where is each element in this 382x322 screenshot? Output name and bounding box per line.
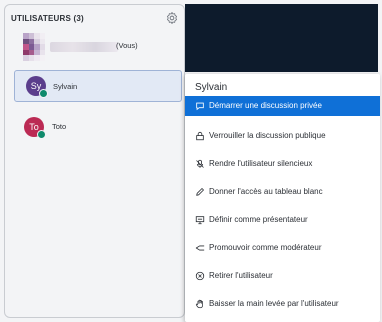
mic-status-icon xyxy=(37,130,46,139)
user-row-sylvain[interactable]: Sy Sylvain xyxy=(14,70,182,102)
avatar xyxy=(23,33,45,61)
presentation-area xyxy=(185,4,378,72)
current-user-suffix: (Vous) xyxy=(116,41,138,50)
redacted-username xyxy=(50,42,118,52)
menu-item-make-presenter[interactable]: Définir comme présentateur xyxy=(185,210,380,230)
menu-item-start-private-chat[interactable]: Démarrer une discussion privée xyxy=(185,96,380,116)
mic-mute-icon xyxy=(196,159,204,168)
presentation-icon xyxy=(195,216,205,225)
pencil-icon xyxy=(196,188,204,196)
menu-item-promote-moderator[interactable]: Promouvoir comme modérateur xyxy=(185,238,380,258)
user-name: Sylvain xyxy=(53,82,78,91)
menu-item-lower-hand[interactable]: Baisser la main levée par l'utilisateur xyxy=(185,294,380,314)
user-name: Toto xyxy=(52,122,67,131)
menu-item-lock-public-chat[interactable]: Verrouiller la discussion publique xyxy=(185,126,380,146)
menu-item-whiteboard-access[interactable]: Donner l'accès au tableau blanc xyxy=(185,182,380,202)
remove-circle-icon xyxy=(195,271,205,281)
user-row-toto[interactable]: To Toto xyxy=(14,113,182,145)
user-row-current[interactable]: (Vous) xyxy=(14,33,182,65)
gear-icon[interactable] xyxy=(165,11,179,25)
lock-icon xyxy=(196,131,204,141)
users-panel-header: UTILISATEURS (3) xyxy=(11,11,181,27)
menu-item-mute-user[interactable]: Rendre l'utilisateur silencieux xyxy=(185,154,380,174)
hand-icon xyxy=(195,299,203,309)
menu-item-remove-user[interactable]: Retirer l'utilisateur xyxy=(185,266,380,286)
promote-icon xyxy=(195,245,205,251)
menu-title: Sylvain xyxy=(195,82,228,93)
mic-status-icon xyxy=(39,89,48,98)
user-context-menu: Sylvain Démarrer une discussion privée V… xyxy=(185,74,380,322)
chat-bubble-icon xyxy=(196,102,204,111)
users-panel-title: UTILISATEURS (3) xyxy=(11,14,84,23)
